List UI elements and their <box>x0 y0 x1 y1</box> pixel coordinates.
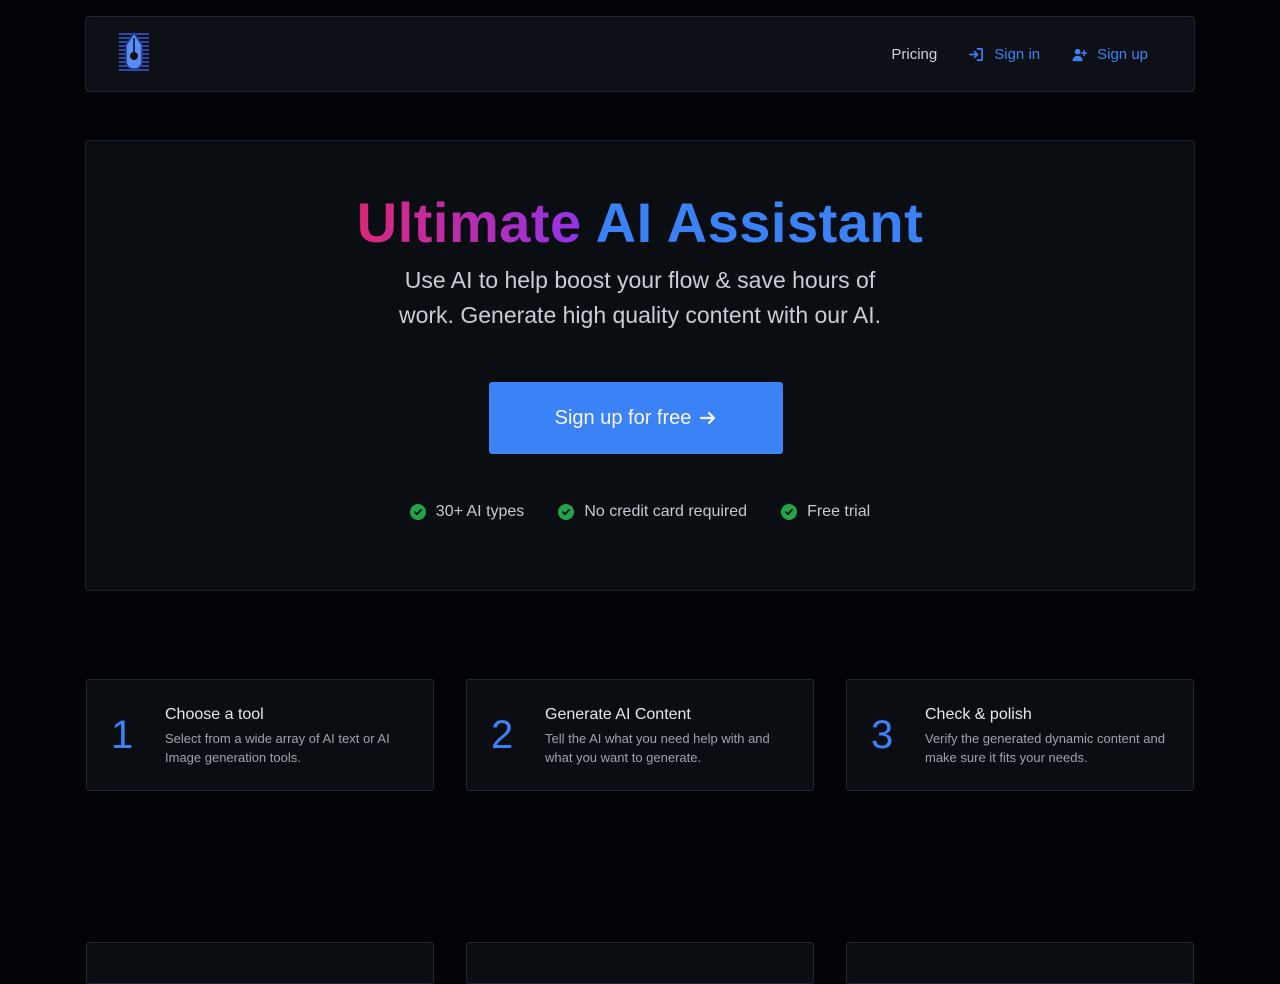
step-description: Select from a wide array of AI text or A… <box>165 731 390 765</box>
step-card: 2 Generate AI Content Tell the AI what y… <box>466 679 814 791</box>
feature-item: 30+ AI types <box>409 503 525 521</box>
step-number: 3 <box>871 713 894 757</box>
sign-in-link[interactable]: Sign in <box>969 46 1040 63</box>
check-circle-icon <box>781 504 798 520</box>
nav-menu: Pricing Sign in Sign up <box>891 17 1148 91</box>
hero-subtitle: Use AI to help boost your flow & save ho… <box>399 267 881 328</box>
step-title: Check & polish <box>925 706 1032 723</box>
sign-up-free-button[interactable]: Sign up for free <box>489 382 783 454</box>
hero-title-blue: AI Assistant <box>595 191 924 254</box>
feature-item: No credit card required <box>558 503 747 521</box>
logo-icon[interactable] <box>117 30 151 72</box>
tool-card <box>86 942 434 984</box>
feature-label: No credit card required <box>584 503 748 520</box>
feature-list: 30+ AI types No credit card required Fre… <box>86 503 1194 521</box>
sign-up-label: Sign up <box>1097 45 1148 63</box>
step-title: Choose a tool <box>165 706 264 723</box>
tool-card <box>846 942 1194 984</box>
user-plus-icon <box>1072 48 1088 61</box>
arrow-right-icon <box>700 411 716 425</box>
feature-label: Free trial <box>807 503 871 520</box>
pricing-link-label: Pricing <box>891 45 938 63</box>
feature-label: 30+ AI types <box>435 503 525 520</box>
step-number: 2 <box>491 713 514 757</box>
hero-section: Ultimate AI Assistant Use AI to help boo… <box>85 140 1195 591</box>
hero-title-gradient: Ultimate <box>356 191 582 254</box>
sign-in-icon <box>969 47 984 61</box>
step-description: Tell the AI what you need help with and … <box>545 731 770 765</box>
check-circle-icon <box>558 504 575 520</box>
hero-title: Ultimate AI Assistant <box>86 191 1194 255</box>
sign-up-link[interactable]: Sign up <box>1072 46 1148 63</box>
step-description: Verify the generated dynamic content and… <box>925 731 1165 765</box>
sign-in-label: Sign in <box>994 45 1041 63</box>
cta-label: Sign up for free <box>554 406 692 429</box>
pricing-link[interactable]: Pricing <box>891 46 937 63</box>
check-circle-icon <box>409 504 426 520</box>
tool-card <box>466 942 814 984</box>
feature-item: Free trial <box>781 503 870 521</box>
step-title: Generate AI Content <box>545 706 691 723</box>
step-card: 3 Check & polish Verify the generated dy… <box>846 679 1194 791</box>
navbar: Pricing Sign in Sign up <box>85 16 1195 92</box>
step-card: 1 Choose a tool Select from a wide array… <box>86 679 434 791</box>
step-number: 1 <box>111 713 134 757</box>
